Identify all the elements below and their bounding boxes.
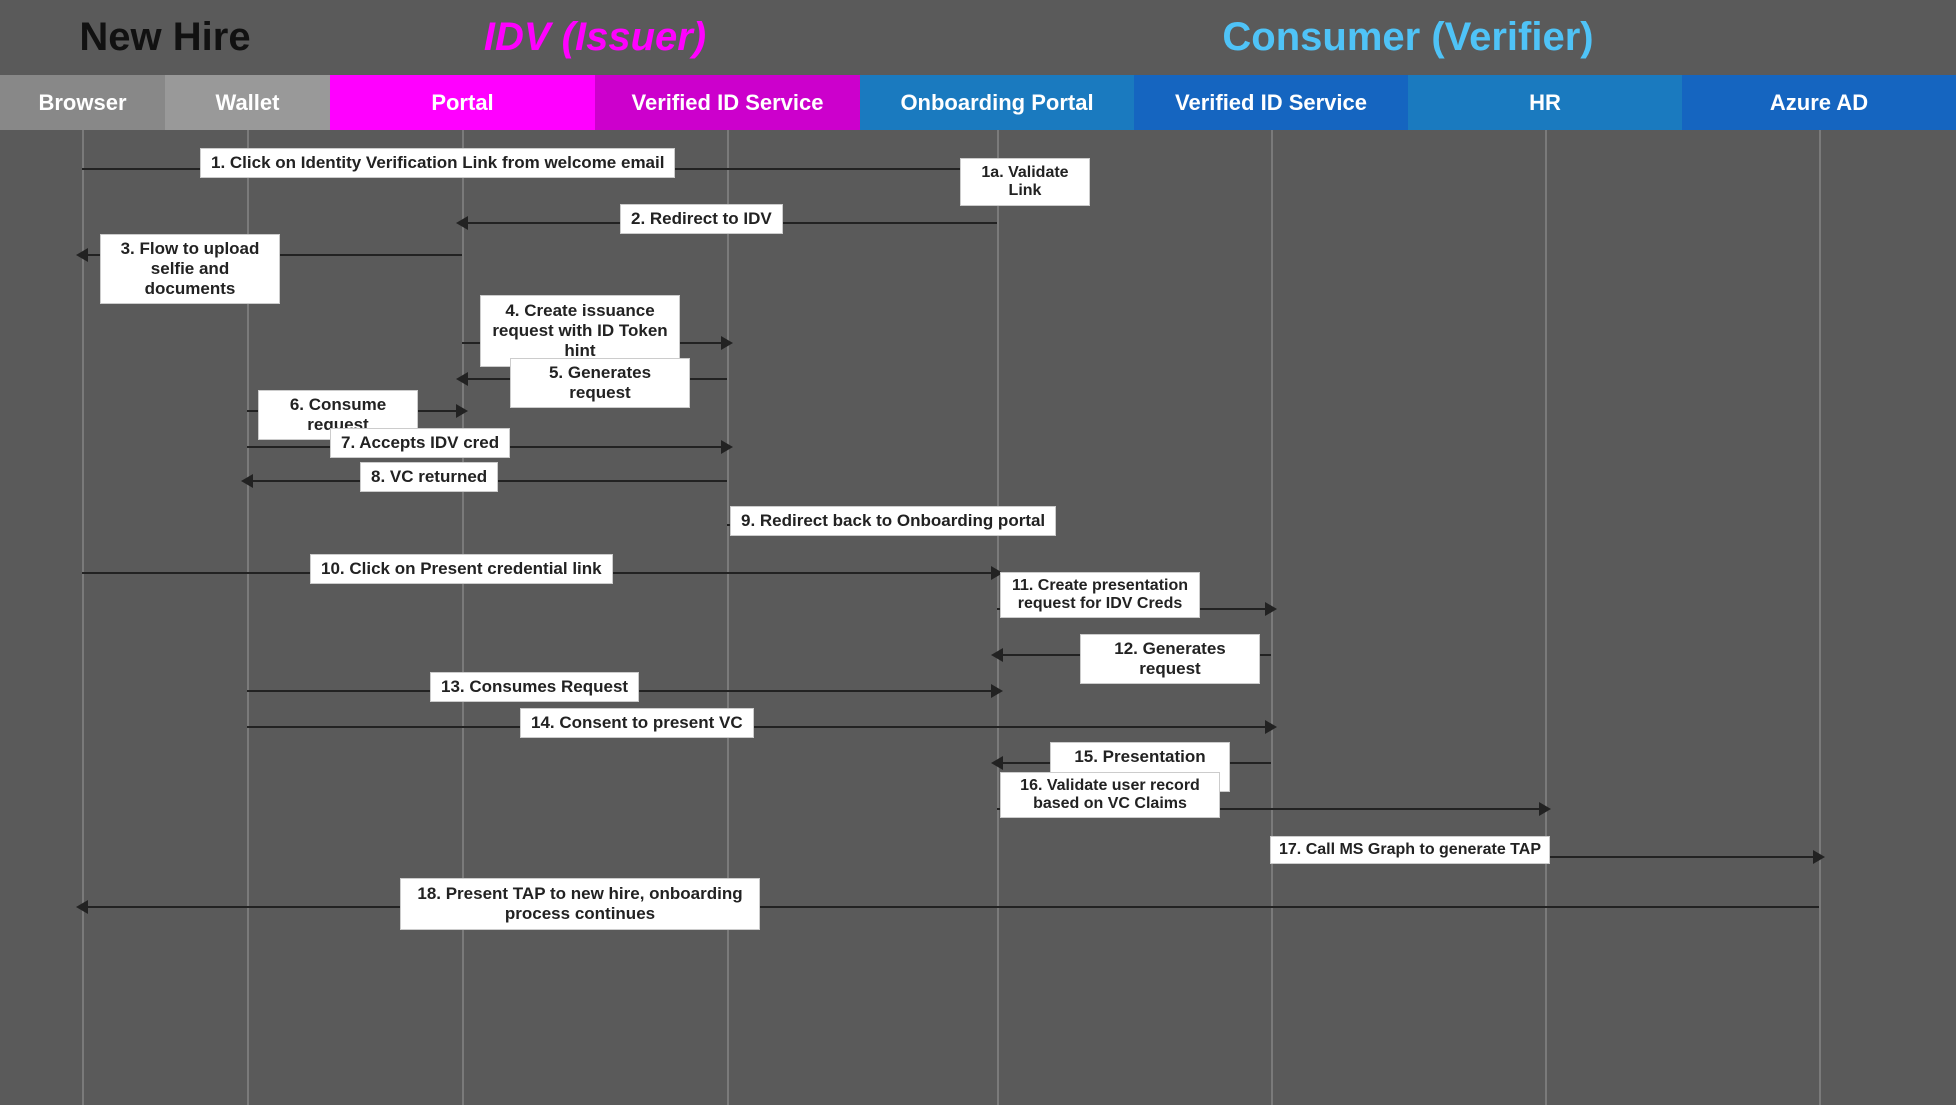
arrowhead-step11: [1265, 602, 1277, 616]
arrowhead-step3: [76, 248, 88, 262]
label-step7: 7. Accepts IDV cred: [330, 428, 510, 458]
lifeline-azure-ad: [1819, 130, 1821, 1105]
label-step11: 11. Create presentation request for IDV …: [1000, 572, 1200, 618]
arrowhead-step12: [991, 648, 1003, 662]
label-step16: 16. Validate user record based on VC Cla…: [1000, 772, 1220, 818]
label-step4: 4. Create issuance request with ID Token…: [480, 295, 680, 367]
lane-verified-id-service: Verified ID Service: [595, 75, 860, 130]
label-step17: 17. Call MS Graph to generate TAP: [1270, 836, 1550, 864]
arrowhead-step6: [456, 404, 468, 418]
arrowhead-step8: [241, 474, 253, 488]
arrowhead-step4: [721, 336, 733, 350]
label-step12: 12. Generates request: [1080, 634, 1260, 684]
arrowhead-step16: [1539, 802, 1551, 816]
lane-consumer-verified-id: Verified ID Service: [1134, 75, 1408, 130]
arrowhead-step5: [456, 372, 468, 386]
arrowhead-step13: [991, 684, 1003, 698]
lane-portal: Portal: [330, 75, 595, 130]
lane-wallet: Wallet: [165, 75, 330, 130]
lifeline-consumer-vis: [1271, 130, 1273, 1105]
arrowhead-step17: [1813, 850, 1825, 864]
label-step18: 18. Present TAP to new hire, onboarding …: [400, 878, 760, 930]
arrowhead-step18: [76, 900, 88, 914]
arrow-step17: [1545, 856, 1819, 858]
lane-azure-ad: Azure AD: [1682, 75, 1956, 130]
label-step3: 3. Flow to upload selfie and documents: [100, 234, 280, 304]
lifeline-portal: [462, 130, 464, 1105]
lifeline-browser: [82, 130, 84, 1105]
label-step5: 5. Generates request: [510, 358, 690, 408]
label-step1: 1. Click on Identity Verification Link f…: [200, 148, 675, 178]
label-step8: 8. VC returned: [360, 462, 498, 492]
diagram-container: New Hire Browser Wallet IDV (Issuer) Por…: [0, 0, 1956, 1105]
arrow-step18: [82, 906, 1819, 908]
arrowhead-step15: [991, 756, 1003, 770]
lane-onboarding-portal: Onboarding Portal: [860, 75, 1134, 130]
new-hire-title: New Hire: [79, 15, 250, 60]
lane-hr: HR: [1408, 75, 1682, 130]
label-step9: 9. Redirect back to Onboarding portal: [730, 506, 1056, 536]
lane-browser: Browser: [0, 75, 165, 130]
label-step13: 13. Consumes Request: [430, 672, 639, 702]
label-step14: 14. Consent to present VC: [520, 708, 754, 738]
label-step2: 2. Redirect to IDV: [620, 204, 783, 234]
arrowhead-step2: [456, 216, 468, 230]
lifeline-onboarding: [997, 130, 999, 1105]
idv-title: IDV (Issuer): [484, 15, 706, 60]
box-step1a: 1a. Validate Link: [960, 158, 1090, 206]
lifeline-verified-id: [727, 130, 729, 1105]
arrow-step14: [247, 726, 1271, 728]
arrowhead-step7: [721, 440, 733, 454]
consumer-title: Consumer (Verifier): [1222, 15, 1593, 60]
arrowhead-step14: [1265, 720, 1277, 734]
label-step10: 10. Click on Present credential link: [310, 554, 613, 584]
lifeline-hr: [1545, 130, 1547, 1105]
